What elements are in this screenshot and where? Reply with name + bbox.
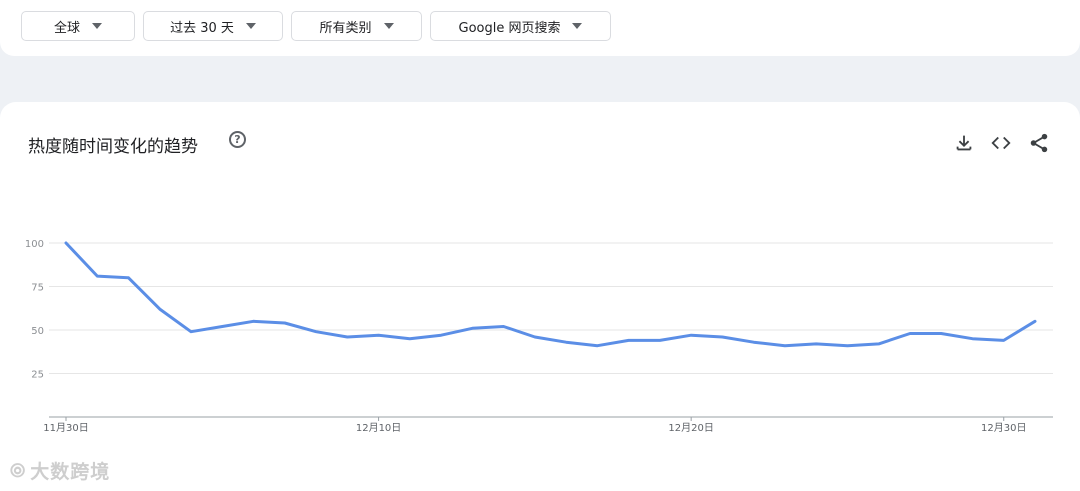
trend-chart: 25 50 75 100 11月30日 12月10日 12月20日 12月30日 [25,239,1053,434]
category-filter[interactable]: 所有类别 [291,11,422,41]
y-tick-label: 100 [25,239,44,250]
source-filter-label: Google 网页搜索 [458,20,561,36]
watermark: ⦾ 大数跨境 [10,457,110,484]
region-filter-label: 全球 [53,20,80,36]
y-tick-label: 75 [31,283,44,294]
x-tick-label: 12月20日 [668,422,713,434]
watermark-text: 大数跨境 [30,461,111,483]
region-filter[interactable]: 全球 [21,11,135,41]
y-tick-label: 50 [31,326,44,337]
chevron-down-icon [383,23,394,29]
x-tick-label: 12月30日 [981,422,1026,434]
time-filter-label: 过去 30 天 [170,20,234,36]
chevron-down-icon [245,23,256,29]
time-filter[interactable]: 过去 30 天 [143,11,283,41]
x-tick-label: 12月10日 [356,422,401,434]
source-filter[interactable]: Google 网页搜索 [430,11,611,41]
chevron-down-icon [572,23,583,29]
y-tick-label: 25 [31,370,44,381]
category-filter-label: 所有类别 [319,20,372,36]
x-tick-label: 11月30日 [43,422,88,434]
chevron-down-icon [92,23,102,29]
filter-bar: 全球 过去 30 天 所有类别 Google 网页搜索 [0,0,1080,56]
watermark-logo-icon: ⦾ [10,459,27,482]
